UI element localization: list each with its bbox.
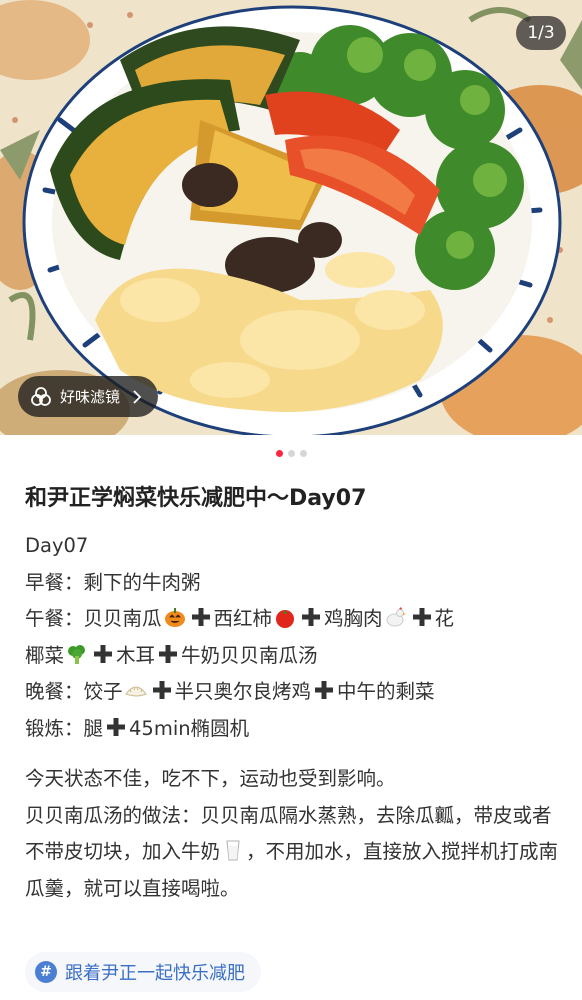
plus-icon xyxy=(107,717,126,736)
lunch-text-5: 椰菜 xyxy=(25,643,65,667)
body-line-day: Day07 xyxy=(25,534,89,557)
exercise-text-2: 45min椭圆机 xyxy=(129,716,250,740)
body-line-lunch-cont: 椰菜 木耳 牛奶贝贝南瓜汤 xyxy=(25,638,565,675)
dinner-text-1: 晚餐：饺子 xyxy=(25,680,123,703)
dinner-text-2: 半只奥尔良烤鸡 xyxy=(174,680,312,703)
lunch-text-3: 鸡胸肉 xyxy=(324,607,383,630)
image-pager xyxy=(0,450,582,457)
pumpkin-icon xyxy=(164,608,185,627)
body-paragraph-2: 贝贝南瓜汤的做法：贝贝南瓜隔水蒸熟，去除瓜瓤，带皮或者不带皮切块，加入牛奶 ，不用… xyxy=(25,798,565,908)
exercise-text-1: 锻炼：腿 xyxy=(25,716,104,740)
pager-dot[interactable] xyxy=(299,450,307,457)
lunch-text-4: 花 xyxy=(434,607,455,630)
plus-icon xyxy=(152,681,171,699)
image-counter: 1/3 xyxy=(516,16,566,50)
pager-dot[interactable] xyxy=(287,450,295,457)
post-photo[interactable]: 1/3 好味滤镜 xyxy=(0,0,582,435)
filter-button[interactable]: 好味滤镜 xyxy=(18,376,159,417)
lunch-text-1: 午餐：贝贝南瓜 xyxy=(25,607,162,630)
body-line-exercise: 锻炼：腿 45min椭圆机 xyxy=(25,711,565,748)
plus-icon xyxy=(302,608,321,626)
plus-icon xyxy=(94,644,113,663)
plus-icon xyxy=(315,681,334,699)
filter-circles-icon xyxy=(31,386,51,406)
food-bowl-image xyxy=(0,0,582,435)
post-body: Day07 早餐：剩下的牛肉粥 午餐：贝贝南瓜 西红柿 鸡胸肉 花 椰菜 木耳 牛奶贝贝南… xyxy=(25,528,565,907)
lunch-text-2: 西红柿 xyxy=(213,607,273,630)
rooster-icon xyxy=(386,607,406,627)
body-line-breakfast: 早餐：剩下的牛肉粥 xyxy=(25,570,201,594)
body-line-lunch: 午餐：贝贝南瓜 西红柿 鸡胸肉 花 xyxy=(25,601,565,638)
dinner-text-3: 中午的剩菜 xyxy=(337,680,435,703)
plus-icon xyxy=(191,608,210,626)
topic-tag-label: 跟着尹正一起快乐减肥 xyxy=(65,963,245,984)
milk-glass-icon xyxy=(226,840,240,861)
filter-label: 好味滤镜 xyxy=(60,388,121,406)
tomato-icon xyxy=(276,610,295,628)
chevron-right-icon xyxy=(133,389,142,404)
pager-dot-active[interactable] xyxy=(275,450,283,457)
lunch-text-7: 牛奶贝贝南瓜汤 xyxy=(181,643,318,667)
hashtag-icon: # xyxy=(35,961,57,983)
plus-icon xyxy=(159,644,178,663)
body-paragraph-1: 今天状态不佳，吃不下，运动也受到影响。 xyxy=(25,767,396,790)
topic-tag[interactable]: # 跟着尹正一起快乐减肥 xyxy=(25,952,261,992)
post-title: 和尹正学焖菜快乐减肥中～Day07 xyxy=(25,486,367,511)
body-line-dinner: 晚餐：饺子 半只奥尔良烤鸡 中午的剩菜 xyxy=(25,674,565,711)
dumpling-icon xyxy=(124,686,147,697)
plus-icon xyxy=(412,608,431,626)
broccoli-icon xyxy=(68,644,86,664)
lunch-text-6: 木耳 xyxy=(116,643,156,667)
